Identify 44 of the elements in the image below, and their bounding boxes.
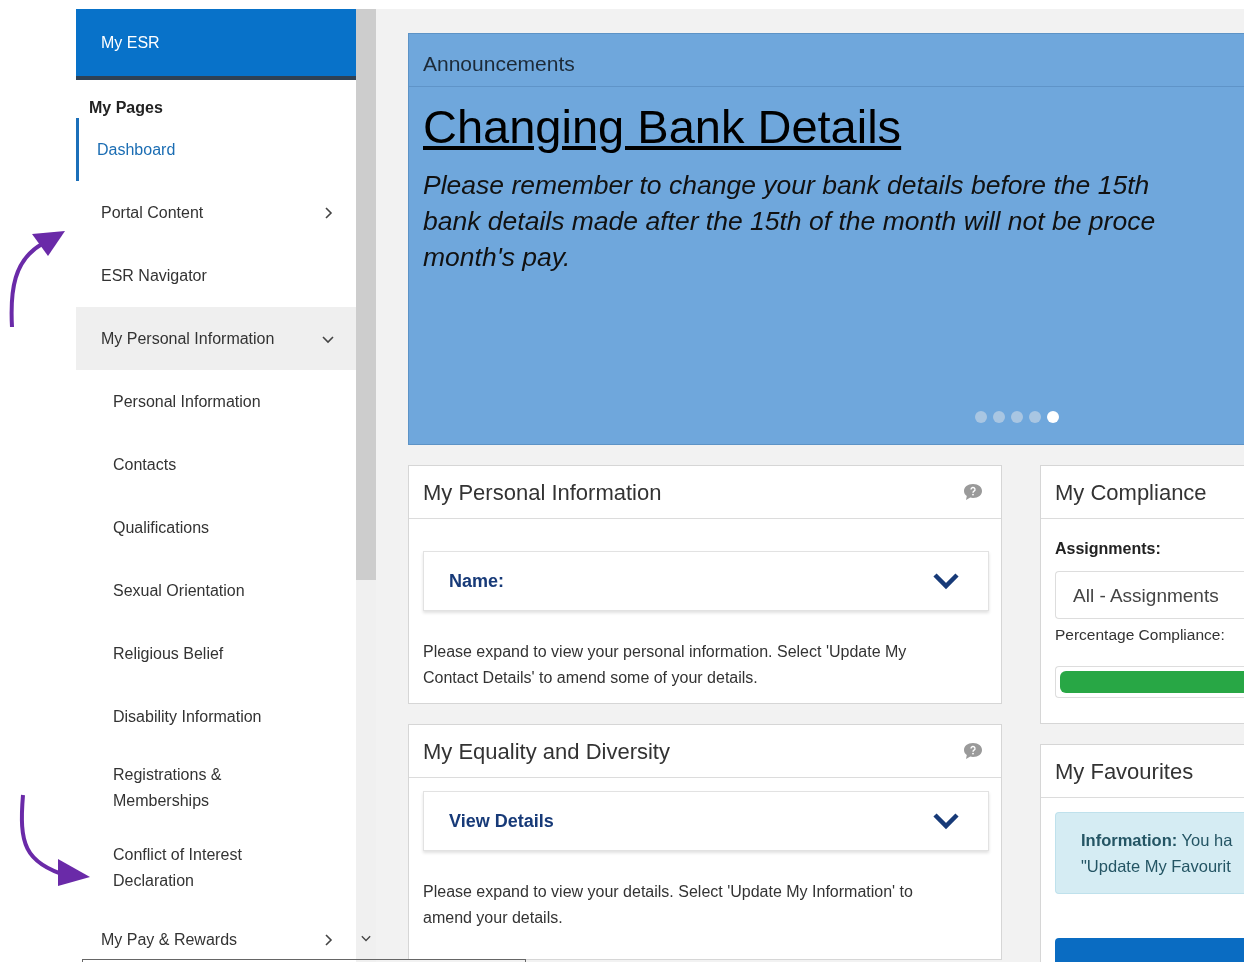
- chevron-down-icon: [932, 572, 960, 590]
- card-title: My Equality and Diversity: [423, 737, 670, 766]
- card-title: My Favourites: [1055, 757, 1194, 786]
- curved-arrow-icon: [18, 793, 92, 887]
- field-label: Assignments:: [1054, 539, 1162, 559]
- curved-arrow-icon: [8, 230, 68, 330]
- sidebar-item[interactable]: My Personal Information: [76, 307, 356, 370]
- field-label: Percentage Compliance:: [1054, 625, 1226, 645]
- sidebar-item[interactable]: My Pay & Rewards: [76, 908, 356, 962]
- sidebar-item[interactable]: Sexual Orientation: [76, 559, 356, 622]
- sidebar-item[interactable]: Disability Information: [76, 685, 356, 748]
- help-text: Please expand to view your details. Select 'Update My Information' to amend your details.: [422, 882, 914, 928]
- carousel-indicator[interactable]: [1011, 410, 1023, 423]
- sidebar-item[interactable]: Religious Belief: [76, 622, 356, 685]
- carousel-indicator[interactable]: [993, 410, 1005, 423]
- chevron-right-icon: [322, 933, 334, 946]
- sidebar-item[interactable]: ESR Navigator: [76, 244, 356, 307]
- help-text: Please expand to view your personal information. Select 'Update My Contact Details' to amend some of your details.: [422, 642, 908, 688]
- help-icon: [963, 483, 983, 501]
- section-heading: My Pages: [88, 98, 164, 118]
- sidebar-item[interactable]: Registrations & Memberships: [76, 748, 356, 828]
- carousel-indicator[interactable]: [975, 410, 987, 423]
- chevron-down-icon: [932, 812, 960, 830]
- sidebar-item[interactable]: Portal Content: [76, 181, 356, 244]
- info-message: Information: You ha "Update My Favourit: [1055, 812, 1244, 895]
- card-title: My Personal Information: [423, 478, 662, 507]
- accordion-toggle[interactable]: Name:: [423, 551, 989, 611]
- chevron-right-icon: [322, 206, 334, 219]
- scroll-down-icon: [360, 933, 372, 943]
- panel-title: Announcements: [409, 34, 1244, 87]
- carousel-indicator[interactable]: [1047, 410, 1059, 423]
- sidebar-item[interactable]: Qualifications: [76, 496, 356, 559]
- sidebar-item[interactable]: Contacts: [76, 433, 356, 496]
- accordion-toggle[interactable]: View Details: [423, 791, 989, 851]
- card-title: My Compliance: [1055, 478, 1207, 507]
- scrollbar[interactable]: [356, 9, 376, 962]
- help-icon: [963, 742, 983, 760]
- assignment-select[interactable]: All - Assignments: [1055, 571, 1244, 619]
- sidebar-header[interactable]: My ESR: [76, 9, 356, 80]
- announcement-text: Please remember to change your bank details before the 15th bank details made after the 15th of the month will not be proce month's pay.: [423, 168, 1157, 274]
- sidebar-item[interactable]: Conflict of Interest Declaration: [76, 828, 356, 908]
- carousel-indicator[interactable]: [1029, 410, 1041, 423]
- announcement-heading: Changing Bank Details: [423, 101, 903, 153]
- sidebar-item[interactable]: Personal Information: [76, 370, 356, 433]
